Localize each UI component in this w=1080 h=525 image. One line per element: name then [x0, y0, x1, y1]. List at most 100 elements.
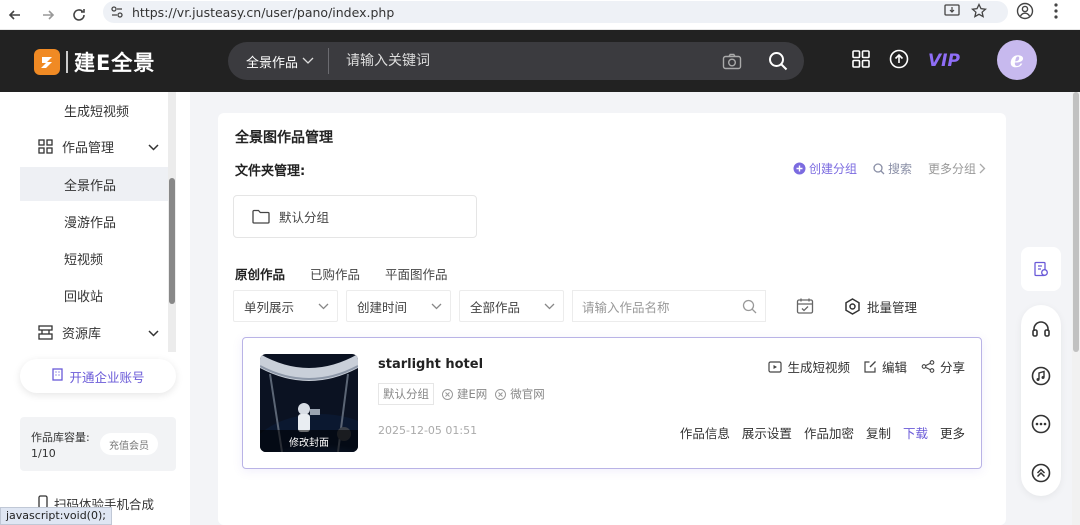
tab-purchased-works[interactable]: 已购作品	[310, 264, 360, 283]
layout-select[interactable]: 单列展示	[233, 290, 338, 322]
sidebar-item-label: 全景作品	[64, 178, 117, 194]
back-icon[interactable]	[0, 0, 30, 30]
site-logo[interactable]: 建E全景	[34, 47, 155, 77]
chevron-down-icon	[544, 303, 555, 309]
share-label: 分享	[939, 360, 965, 375]
more-groups-button[interactable]: 更多分组	[928, 160, 986, 177]
chevron-down-icon	[148, 326, 159, 341]
open-enterprise-button[interactable]: 开通企业账号	[20, 359, 176, 393]
sidebar-item-generate-video[interactable]: 生成短视频	[20, 93, 170, 127]
avatar[interactable]: e	[997, 40, 1037, 80]
url-text: https://vr.justeasy.cn/user/pano/index.p…	[132, 4, 395, 20]
browser-toolbar: https://vr.justeasy.cn/user/pano/index.p…	[0, 0, 1080, 30]
batch-manage-button[interactable]: 批量管理	[844, 297, 917, 316]
address-bar[interactable]: https://vr.justeasy.cn/user/pano/index.p…	[103, 1, 1008, 23]
work-name-search[interactable]: 请输入作品名称	[572, 290, 766, 322]
folder-search-button[interactable]: 搜索	[873, 160, 912, 177]
vip-link[interactable]: VIP	[928, 51, 960, 71]
display-settings-link[interactable]: 展示设置	[742, 423, 792, 442]
reload-icon[interactable]	[64, 0, 94, 30]
grid-icon	[38, 138, 56, 154]
work-actions: 生成短视频 编辑 分享	[768, 357, 965, 376]
more-circle-icon[interactable]	[1031, 414, 1051, 434]
batch-manage-label: 批量管理	[867, 299, 918, 315]
building-icon	[51, 368, 64, 384]
search-category-dropdown[interactable]: 全景作品	[228, 52, 328, 71]
page-scrollbar-thumb[interactable]	[1073, 92, 1079, 352]
browser-menu-icon[interactable]	[1054, 3, 1058, 23]
platform-tag-label: 建E网	[457, 387, 488, 401]
sidebar-group-resources[interactable]: 资源库	[38, 317, 163, 347]
upload-icon[interactable]	[889, 49, 909, 73]
capacity-label: 作品库容量:	[31, 431, 90, 444]
page-title: 全景图作品管理	[235, 130, 333, 146]
sidebar-item-label: 短视频	[64, 252, 104, 268]
headset-icon[interactable]	[1031, 319, 1051, 339]
share-button[interactable]: 分享	[921, 357, 965, 376]
search-input[interactable]	[329, 53, 712, 69]
work-card[interactable]: 修改封面 starlight hotel 默认分组 建E网 微官网 2025-1…	[242, 337, 982, 469]
search-icon[interactable]	[752, 51, 804, 71]
create-group-button[interactable]: 创建分组	[793, 160, 857, 177]
folder-search-label: 搜索	[887, 162, 912, 176]
download-link[interactable]: 下载	[903, 423, 928, 442]
chevron-down-icon	[302, 57, 314, 64]
work-info-link[interactable]: 作品信息	[680, 423, 730, 442]
edit-label: 编辑	[881, 360, 907, 375]
filter-row: 单列展示 创建时间 全部作品 请输入作品名称 批量管理	[233, 289, 917, 323]
share-icon	[921, 360, 935, 373]
sidebar-item-short-video[interactable]: 短视频	[20, 241, 170, 275]
calendar-check-icon[interactable]	[796, 297, 820, 315]
sidebar-scrollbar-thumb[interactable]	[169, 178, 175, 304]
work-tags: 默认分组 建E网 微官网	[378, 383, 545, 405]
sidebar-item-panorama-works[interactable]: 全景作品	[20, 167, 170, 201]
more-link[interactable]: 更多	[940, 423, 965, 442]
group-tag: 默认分组	[378, 383, 434, 405]
sidebar-group-works[interactable]: 作品管理	[38, 131, 163, 161]
recharge-button[interactable]: 充值会员	[100, 433, 158, 455]
profile-icon[interactable]	[1016, 2, 1034, 24]
site-info-icon[interactable]	[106, 1, 128, 23]
layout-select-value: 单列展示	[244, 299, 295, 315]
generate-video-button[interactable]: 生成短视频	[768, 357, 850, 376]
works-tabs: 原创作品 已购作品 平面图作品	[235, 264, 448, 283]
edit-icon	[864, 361, 876, 373]
platform-tag: 建E网	[442, 386, 487, 402]
video-icon	[768, 360, 783, 373]
sidebar-group-label: 作品管理	[62, 140, 115, 156]
camera-icon[interactable]	[712, 53, 752, 70]
work-name-placeholder: 请输入作品名称	[582, 299, 670, 315]
copy-link[interactable]: 复制	[866, 423, 891, 442]
bookmark-star-icon[interactable]	[970, 2, 988, 23]
install-app-icon[interactable]	[944, 4, 960, 22]
chevron-down-icon	[318, 303, 329, 309]
logo-badge-icon	[34, 49, 60, 75]
tab-original-works[interactable]: 原创作品	[235, 264, 285, 283]
scope-select-value: 全部作品	[470, 299, 521, 315]
scope-select[interactable]: 全部作品	[459, 290, 564, 322]
work-title[interactable]: starlight hotel	[378, 357, 483, 372]
capacity-value: 1/10	[31, 447, 56, 460]
work-thumbnail[interactable]: 修改封面	[260, 354, 358, 452]
contract-doc-button[interactable]	[1021, 247, 1061, 291]
sidebar: 生成短视频 作品管理 全景作品 漫游作品 短视频 回收站 资源库 开通企业账号 …	[0, 92, 190, 525]
work-links: 作品信息 展示设置 作品加密 复制 下载 更多	[680, 423, 965, 442]
tab-floorplan-works[interactable]: 平面图作品	[385, 264, 448, 283]
more-groups-label: 更多分组	[927, 162, 976, 176]
edit-button[interactable]: 编辑	[864, 357, 907, 376]
grid-apps-icon[interactable]	[852, 50, 870, 72]
forward-icon[interactable]	[33, 0, 63, 30]
sidebar-item-tour-works[interactable]: 漫游作品	[20, 204, 170, 238]
sidebar-item-recycle-bin[interactable]: 回收站	[20, 278, 170, 312]
chevron-down-icon	[148, 140, 159, 155]
music-icon[interactable]	[1031, 366, 1051, 386]
close-circle-icon	[495, 388, 507, 400]
generate-video-label: 生成短视频	[787, 360, 850, 375]
sort-select[interactable]: 创建时间	[346, 290, 451, 322]
floating-toolbar	[1021, 305, 1061, 496]
back-to-top-icon[interactable]	[1031, 463, 1051, 483]
edit-cover-button[interactable]: 修改封面	[260, 430, 358, 452]
work-encrypt-link[interactable]: 作品加密	[804, 423, 854, 442]
close-circle-icon	[442, 388, 453, 400]
default-folder[interactable]: 默认分组	[233, 195, 477, 238]
